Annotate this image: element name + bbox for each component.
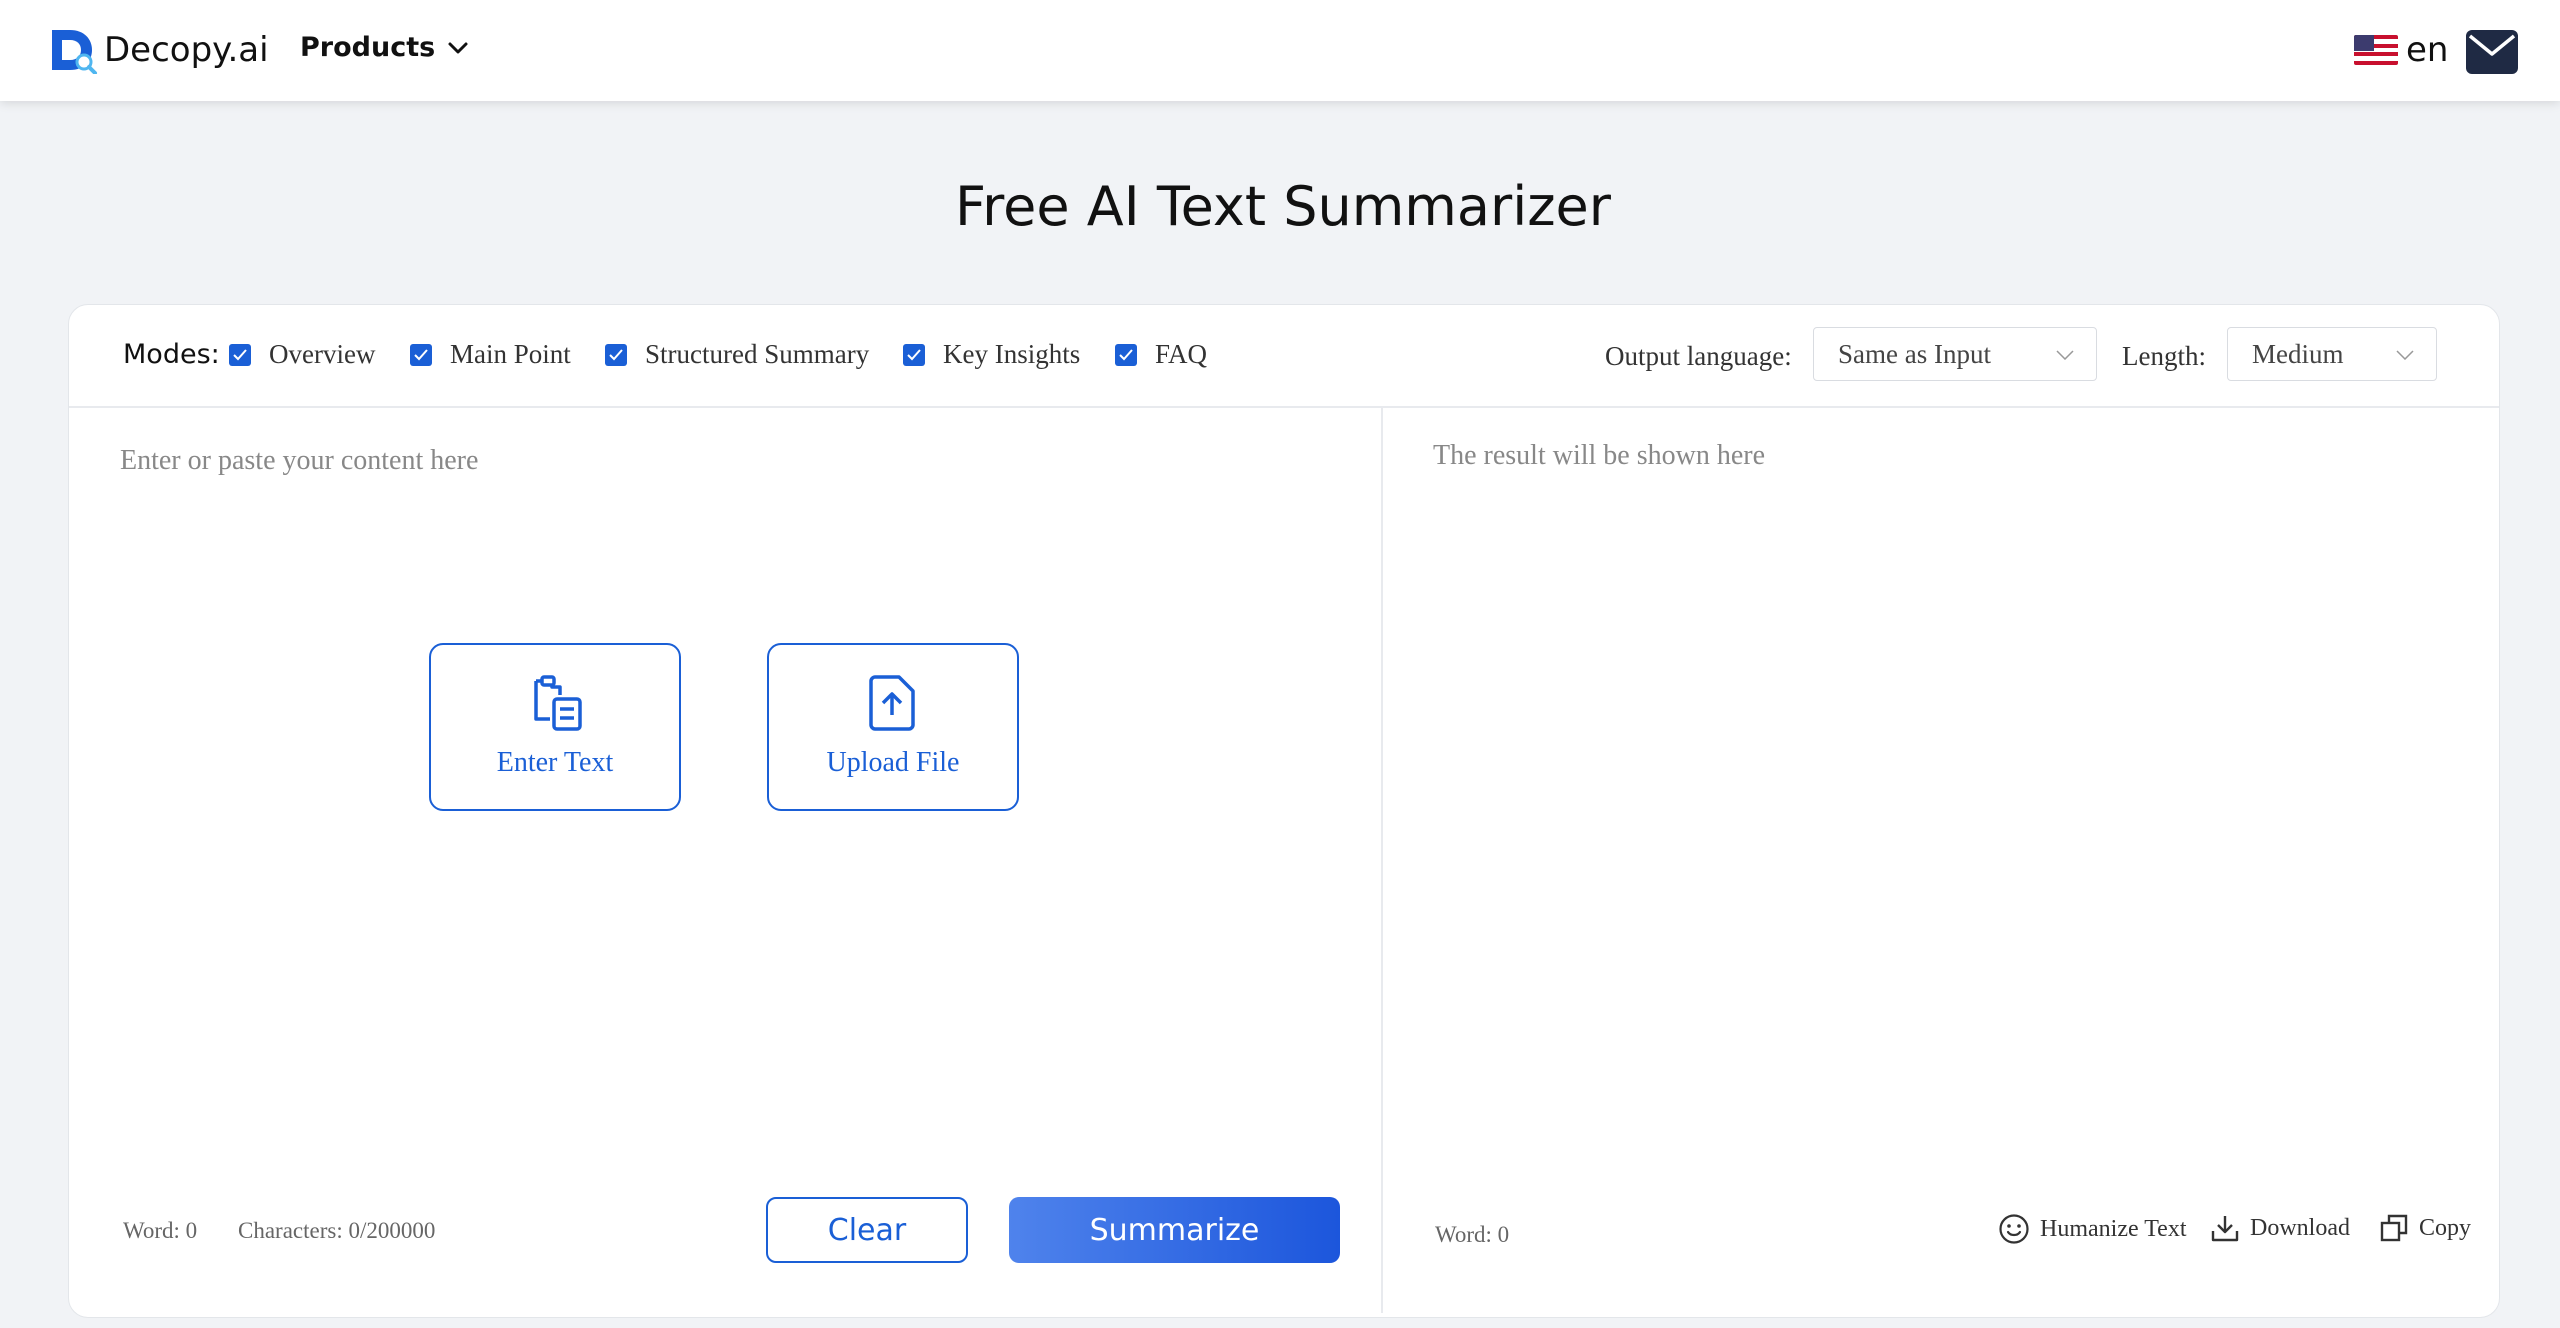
humanize-text-label: Humanize Text [2040,1215,2187,1242]
mode-label: Key Insights [943,339,1081,369]
options-toolbar: Modes: Overview Main Point Structured Su… [69,305,2499,408]
clipboard-icon [534,675,582,731]
enter-text-label: Enter Text [496,747,614,778]
checkbox-checked-icon[interactable] [903,343,925,366]
checkbox-checked-icon[interactable] [229,343,251,366]
mode-label: FAQ [1155,339,1208,369]
input-character-count: Characters: 0/200000 [238,1218,436,1243]
upload-file-icon [869,675,915,731]
input-word-count: Word: 0 [123,1218,198,1243]
upload-file-label: Upload File [826,747,960,778]
mode-label: Structured Summary [645,339,870,369]
summarize-button[interactable]: Summarize [1009,1197,1340,1263]
smile-icon [1999,1214,2029,1244]
clear-button[interactable]: Clear [766,1197,968,1263]
download-button[interactable]: Download [2210,1213,2350,1243]
copy-button[interactable]: Copy [2379,1213,2471,1243]
mode-key-insights[interactable]: Key Insights [903,339,1080,370]
copy-icon [2380,1214,2408,1242]
upload-file-button[interactable]: Upload File [767,643,1019,811]
language-code: en [2406,30,2449,70]
mail-icon[interactable] [2466,30,2518,74]
mode-label: Main Point [450,339,571,369]
mode-main-point[interactable]: Main Point [410,339,571,370]
us-flag-icon [2354,35,2398,65]
products-menu[interactable]: Products [300,32,469,63]
checkbox-checked-icon[interactable] [410,343,432,366]
page-title: Free AI Text Summarizer [955,175,1611,238]
length-value: Medium [2252,338,2344,369]
mode-faq[interactable]: FAQ [1115,339,1207,370]
panel-divider [1381,407,1383,1313]
decopy-logo-icon [52,30,97,74]
output-language-label: Output language: [1605,341,1792,371]
mode-label: Overview [269,339,376,369]
output-word-count: Word: 0 [1435,1222,1510,1247]
length-select[interactable]: Medium [2227,327,2437,381]
logo[interactable]: Decopy.ai [48,26,269,74]
enter-text-button[interactable]: Enter Text [429,643,681,811]
humanize-text-button[interactable]: Humanize Text [1998,1213,2187,1245]
language-selector[interactable]: en [2354,30,2448,70]
chevron-down-icon [2396,350,2414,360]
products-label: Products [300,32,436,63]
summarizer-card: Modes: Overview Main Point Structured Su… [68,304,2500,1318]
modes-label: Modes: [123,339,220,370]
output-language-select[interactable]: Same as Input [1813,327,2097,381]
download-label: Download [2250,1214,2350,1241]
checkbox-checked-icon[interactable] [605,343,627,366]
output-language-value: Same as Input [1838,338,1991,369]
logo-text: Decopy.ai [104,30,269,70]
mode-overview[interactable]: Overview [229,339,375,370]
top-navigation-bar: Decopy.ai Products en [0,0,2560,101]
length-label: Length: [2122,341,2206,371]
mode-structured-summary[interactable]: Structured Summary [605,339,869,370]
checkbox-checked-icon[interactable] [1115,343,1137,366]
chevron-down-icon [448,42,468,53]
result-output: The result will be shown here [1433,440,1766,471]
chevron-down-icon [2056,350,2074,360]
download-icon [2211,1216,2239,1242]
copy-label: Copy [2419,1214,2472,1241]
content-input[interactable]: Enter or paste your content here [120,445,478,477]
